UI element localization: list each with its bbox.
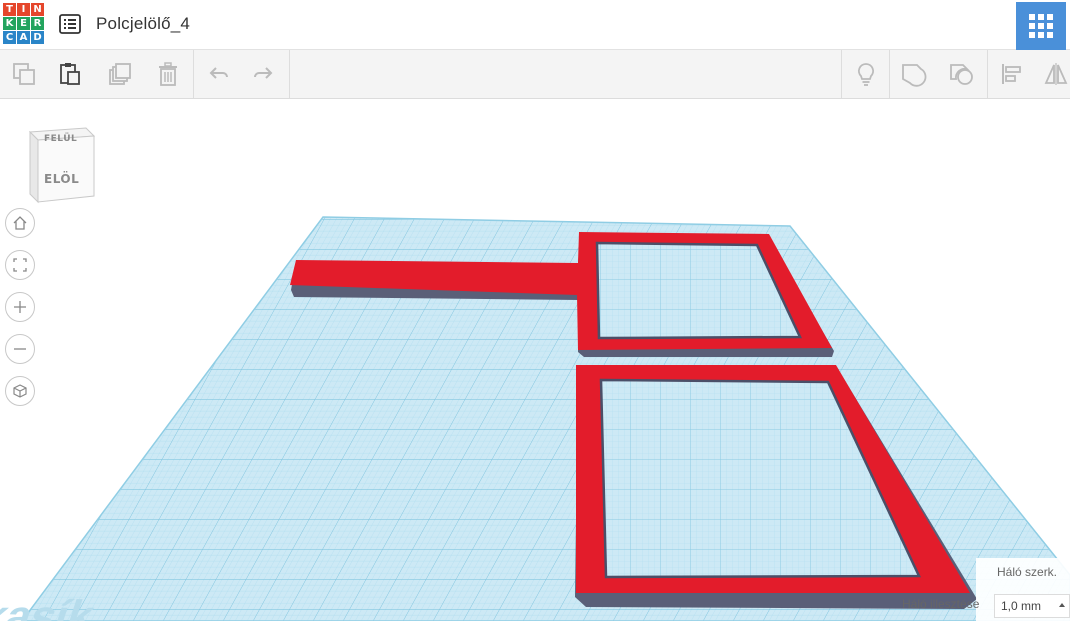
duplicate-icon bbox=[109, 63, 131, 85]
fit-view-icon bbox=[13, 258, 27, 272]
logo-letter: C bbox=[3, 31, 16, 44]
redo-icon bbox=[254, 67, 273, 79]
view-cube-front-label[interactable]: ELÖL bbox=[44, 172, 79, 186]
view-cube-top-label[interactable]: FELÜL bbox=[44, 134, 77, 144]
home-view-button[interactable] bbox=[5, 208, 35, 238]
paste-button[interactable] bbox=[54, 58, 86, 90]
lightbulb-icon bbox=[858, 63, 874, 86]
solid-button[interactable] bbox=[898, 58, 930, 90]
zoom-in-button[interactable] bbox=[5, 292, 35, 322]
home-icon bbox=[13, 216, 27, 230]
logo-letter: D bbox=[31, 31, 44, 44]
mirror-button[interactable] bbox=[1040, 58, 1070, 90]
grid-edit-link[interactable]: Háló szerk. bbox=[997, 565, 1057, 579]
delete-button[interactable] bbox=[152, 58, 184, 90]
copy-button[interactable] bbox=[8, 58, 40, 90]
notes-button[interactable] bbox=[850, 58, 882, 90]
workplane-watermark: Munkasík bbox=[0, 591, 101, 621]
duplicate-button[interactable] bbox=[104, 58, 136, 90]
snap-grid-label: Háló illesztése bbox=[902, 597, 980, 611]
logo-letter: I bbox=[17, 3, 30, 16]
design-list-button[interactable] bbox=[58, 12, 82, 36]
hole-button[interactable] bbox=[946, 58, 978, 90]
edit-toolbar bbox=[0, 50, 1070, 99]
logo-letter: N bbox=[31, 3, 44, 16]
fit-view-button[interactable] bbox=[5, 250, 35, 280]
shape-hole-icon bbox=[950, 64, 973, 85]
align-button[interactable] bbox=[996, 58, 1028, 90]
chevron-up-icon bbox=[1059, 603, 1065, 607]
logo-letter: E bbox=[17, 17, 30, 30]
perspective-button[interactable] bbox=[5, 376, 35, 406]
top-bar: T I N K E R C A D Polcjelölő_4 bbox=[0, 0, 1070, 50]
toolbar-divider bbox=[289, 50, 290, 98]
view-cube[interactable]: FELÜL ELÖL bbox=[26, 124, 96, 204]
workplane-canvas[interactable]: Munkasík bbox=[0, 99, 1070, 621]
logo-letter: T bbox=[3, 3, 16, 16]
design-title[interactable]: Polcjelölő_4 bbox=[96, 14, 190, 34]
undo-icon bbox=[209, 67, 228, 79]
align-icon bbox=[1002, 64, 1021, 84]
toolbar-divider bbox=[193, 50, 194, 98]
tinkercad-logo[interactable]: T I N K E R C A D bbox=[3, 3, 45, 47]
list-icon bbox=[59, 14, 81, 34]
zoom-out-button[interactable] bbox=[5, 334, 35, 364]
shape-solid-icon bbox=[902, 64, 927, 87]
snap-grid-select[interactable]: 1,0 mm bbox=[994, 594, 1070, 618]
zoom-out-icon bbox=[14, 348, 26, 350]
paste-icon bbox=[60, 63, 80, 85]
undo-button[interactable] bbox=[202, 58, 234, 90]
logo-letter: K bbox=[3, 17, 16, 30]
delete-icon bbox=[159, 62, 177, 86]
logo-letter: A bbox=[17, 31, 30, 44]
logo-letter: R bbox=[31, 17, 44, 30]
toolbar-divider bbox=[841, 50, 842, 98]
copy-icon bbox=[13, 63, 35, 85]
toolbar-divider bbox=[889, 50, 890, 98]
snap-grid-value: 1,0 mm bbox=[1001, 599, 1042, 613]
toolbar-divider bbox=[987, 50, 988, 98]
mirror-icon bbox=[1044, 63, 1068, 85]
grid-apps-icon bbox=[1029, 14, 1053, 38]
apps-menu-button[interactable] bbox=[1016, 2, 1066, 50]
zoom-in-icon bbox=[14, 301, 26, 313]
perspective-icon bbox=[13, 384, 27, 398]
redo-button[interactable] bbox=[248, 58, 280, 90]
